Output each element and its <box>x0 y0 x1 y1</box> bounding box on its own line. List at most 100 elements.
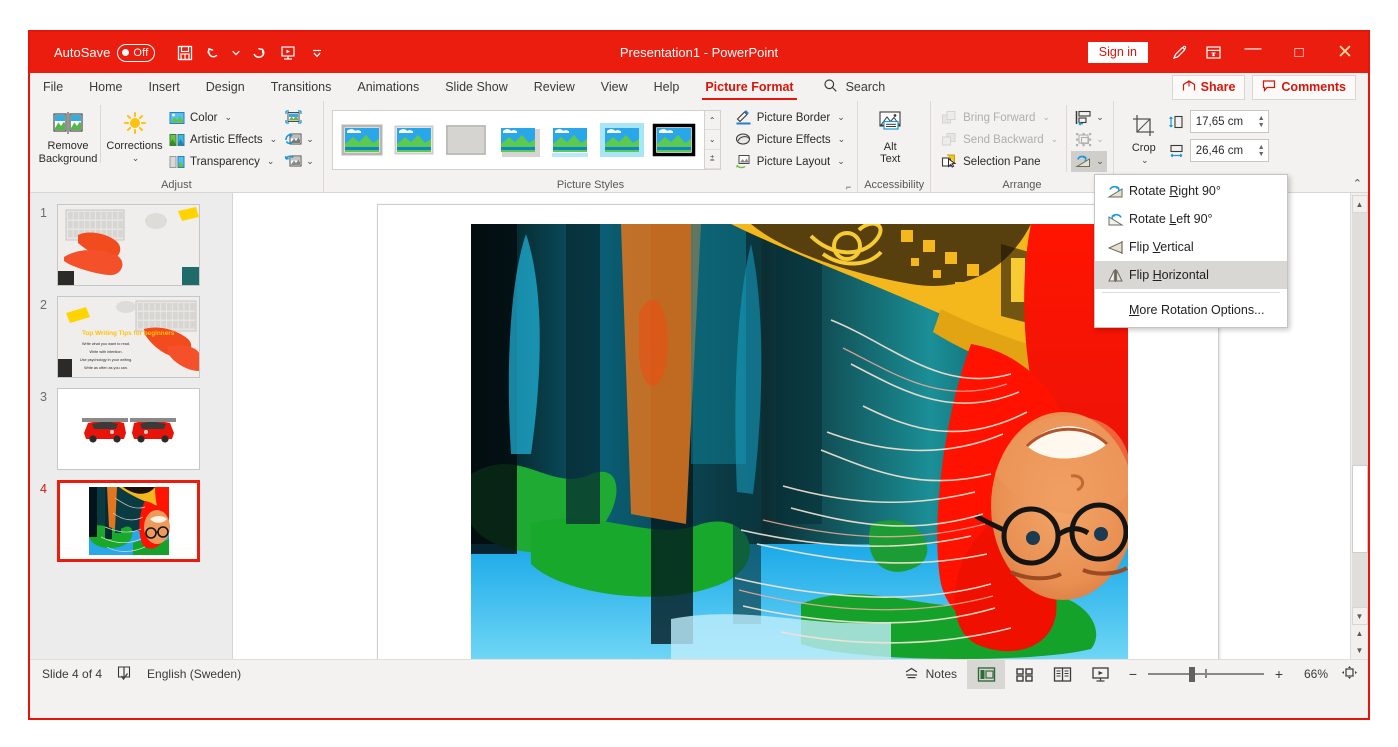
bring-forward-button[interactable]: Bring Forward ⌄ <box>937 107 1062 128</box>
rotate-dropdown-menu[interactable]: Rotate Right 90° Rotate Left 90° Flip Vert… <box>1094 174 1288 328</box>
picture-style-5[interactable] <box>547 116 594 164</box>
picture-styles-dialog-launcher-icon[interactable]: ⌐ <box>846 182 851 192</box>
zoom-slider-handle[interactable] <box>1189 667 1195 682</box>
picture-style-3[interactable] <box>443 116 490 164</box>
transparency-button[interactable]: Transparency ⌄ <box>164 151 281 172</box>
collapse-ribbon-icon[interactable]: ⌃ <box>1353 177 1362 190</box>
scroll-up-arrow-icon[interactable]: ▲ <box>1351 195 1368 213</box>
transparency-caret-icon[interactable]: ⌄ <box>267 156 275 167</box>
picture-border-button[interactable]: Picture Border ⌄ <box>731 107 849 128</box>
menu-item-rotate-left-90[interactable]: Rotate Left 90° <box>1095 205 1287 233</box>
autosave-control[interactable]: AutoSave Off <box>54 43 156 62</box>
compress-pictures-icon[interactable] <box>281 107 317 128</box>
picture-style-7[interactable] <box>651 116 698 164</box>
picture-effects-button[interactable]: Picture Effects ⌄ <box>731 129 849 150</box>
menu-item-rotate-right-90[interactable]: Rotate Right 90° <box>1095 177 1287 205</box>
reset-picture-caret-icon[interactable]: ⌄ <box>306 156 314 167</box>
crop-button[interactable]: Crop ⌄ <box>1120 107 1168 165</box>
sign-in-button[interactable]: Sign in <box>1087 41 1148 64</box>
corrections-caret-icon[interactable]: ⌄ <box>132 153 140 163</box>
notes-button[interactable]: Notes <box>893 660 967 689</box>
picture-style-1[interactable] <box>339 116 386 164</box>
zoom-in-button[interactable]: + <box>1273 666 1285 682</box>
slide-surface[interactable] <box>377 204 1219 659</box>
autosave-toggle[interactable]: Off <box>117 43 156 62</box>
picture-border-caret-icon[interactable]: ⌄ <box>837 112 845 123</box>
change-picture-caret-icon[interactable]: ⌄ <box>306 134 314 145</box>
menu-item-more-rotation-options[interactable]: More Rotation Options... <box>1095 296 1287 324</box>
slide-picture[interactable] <box>471 224 1128 659</box>
slide-thumbnail-image-4[interactable] <box>57 480 200 562</box>
gallery-scroll-buttons[interactable]: ⌃ ⌄ ⩲ <box>704 110 721 170</box>
scroll-down-arrow-icon[interactable]: ▼ <box>1351 607 1368 625</box>
color-caret-icon[interactable]: ⌄ <box>224 112 232 123</box>
slide-show-button[interactable] <box>1081 660 1119 689</box>
zoom-slider[interactable] <box>1148 667 1264 682</box>
shape-width-input[interactable]: 26,46 cm ▲ ▼ <box>1189 139 1269 162</box>
draw-pen-icon[interactable] <box>1162 32 1196 73</box>
send-backward-button[interactable]: Send Backward ⌄ <box>937 129 1062 150</box>
close-button[interactable]: ✕ <box>1322 32 1368 73</box>
picture-layout-caret-icon[interactable]: ⌄ <box>837 156 845 167</box>
share-button[interactable]: Share <box>1171 74 1246 100</box>
slide-sorter-button[interactable] <box>1005 660 1043 689</box>
previous-slide-icon[interactable]: ▲ <box>1352 625 1368 642</box>
language-status[interactable]: English (Sweden) <box>147 667 241 681</box>
tab-insert[interactable]: Insert <box>136 73 193 101</box>
next-slide-icon[interactable]: ▼ <box>1352 642 1368 659</box>
zoom-control[interactable]: − + 66% <box>1119 665 1358 683</box>
tab-file[interactable]: File <box>30 73 76 101</box>
tab-review[interactable]: Review <box>521 73 588 101</box>
slide-thumbnail-image-2[interactable]: Top Writing Tips for beginners Write what… <box>57 296 200 378</box>
group-objects-icon[interactable]: ⌄ <box>1071 129 1107 150</box>
slide-thumbnail-3[interactable]: 3 <box>30 383 232 475</box>
align-caret-icon[interactable]: ⌄ <box>1096 112 1104 123</box>
picture-effects-caret-icon[interactable]: ⌄ <box>838 134 846 145</box>
alt-text-button[interactable]: Alt Text <box>864 105 916 166</box>
color-button[interactable]: Color ⌄ <box>164 107 281 128</box>
slide-counter[interactable]: Slide 4 of 4 <box>42 667 102 681</box>
bring-forward-caret-icon[interactable]: ⌄ <box>1042 112 1050 123</box>
tab-animations[interactable]: Animations <box>344 73 432 101</box>
scrollbar-track[interactable] <box>1351 213 1368 607</box>
change-picture-icon[interactable]: ⌄ <box>281 129 317 150</box>
save-icon[interactable] <box>171 39 198 66</box>
gallery-scroll-up-icon[interactable]: ⌃ <box>704 111 720 131</box>
picture-layout-button[interactable]: Picture Layout ⌄ <box>731 151 849 172</box>
zoom-percent[interactable]: 66% <box>1294 667 1328 681</box>
rotate-caret-icon[interactable]: ⌄ <box>1096 156 1104 167</box>
slide-thumbnail-image-3[interactable] <box>57 388 200 470</box>
minimize-button[interactable]: — <box>1230 32 1276 73</box>
picture-styles-gallery[interactable]: ⌃ ⌄ ⩲ <box>331 105 721 170</box>
comments-button[interactable]: Comments <box>1252 74 1356 100</box>
start-presentation-icon[interactable] <box>274 39 301 66</box>
slide-thumbnail-1[interactable]: 1 <box>30 199 232 291</box>
slide-thumbnail-pane[interactable]: 1 2 Top Writing Tips for beginners Write wh… <box>30 193 233 659</box>
shape-height-input[interactable]: 17,65 cm ▲ ▼ <box>1189 110 1269 133</box>
zoom-out-button[interactable]: − <box>1127 666 1139 682</box>
tab-transitions[interactable]: Transitions <box>258 73 345 101</box>
search-box[interactable]: Search <box>823 73 885 101</box>
shape-height-stepper[interactable]: ▲ ▼ <box>1255 115 1268 129</box>
gallery-scroll-down-icon[interactable]: ⌄ <box>704 130 720 150</box>
reading-view-button[interactable] <box>1043 660 1081 689</box>
spellcheck-icon[interactable] <box>116 665 133 684</box>
fit-slide-to-window-icon[interactable] <box>1337 665 1358 683</box>
selection-pane-button[interactable]: Selection Pane <box>937 151 1062 172</box>
picture-style-4[interactable] <box>495 116 542 164</box>
menu-item-flip-vertical[interactable]: Flip Vertical <box>1095 233 1287 261</box>
maximize-button[interactable]: □ <box>1276 32 1322 73</box>
tab-help[interactable]: Help <box>641 73 693 101</box>
corrections-button[interactable]: Corrections ⌄ <box>100 105 164 163</box>
tab-design[interactable]: Design <box>193 73 258 101</box>
ribbon-display-options-icon[interactable] <box>1196 32 1230 73</box>
tab-picture-format[interactable]: Picture Format <box>692 73 806 101</box>
remove-background-button[interactable]: Remove Background <box>36 105 100 165</box>
redo-icon[interactable] <box>245 39 272 66</box>
artistic-effects-button[interactable]: Artistic Effects ⌄ <box>164 129 281 150</box>
undo-icon[interactable] <box>200 39 227 66</box>
slide-thumbnail-2[interactable]: 2 Top Writing Tips for beginners Write wha… <box>30 291 232 383</box>
slide-vertical-scrollbar[interactable]: ▲ ▼ ▲ ▼ <box>1350 193 1368 659</box>
reset-picture-icon[interactable]: ⌄ <box>281 151 317 172</box>
customize-qat-icon[interactable] <box>303 39 330 66</box>
